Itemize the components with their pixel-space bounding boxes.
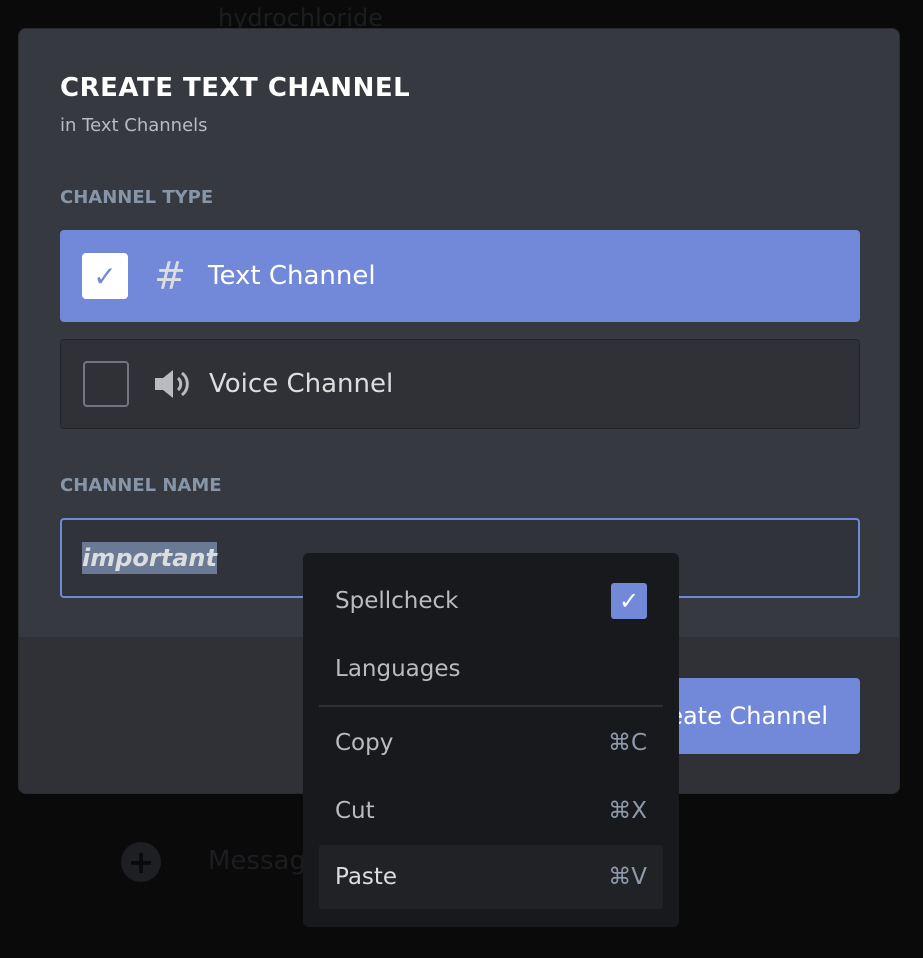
menu-item-label: Cut: [335, 798, 375, 824]
menu-item-label: Copy: [335, 730, 394, 756]
menu-item-languages[interactable]: Languages: [319, 635, 663, 703]
selected-text: important: [82, 542, 217, 574]
menu-divider: [319, 705, 663, 707]
modal-title: CREATE TEXT CHANNEL: [60, 73, 411, 103]
voice-channel-option[interactable]: Voice Channel: [60, 339, 860, 429]
menu-item-cut[interactable]: Cut ⌘X: [319, 777, 663, 845]
add-attachment-icon: +: [121, 842, 161, 882]
menu-item-shortcut: ⌘V: [608, 864, 647, 890]
text-channel-option[interactable]: ✓ # Text Channel: [60, 230, 860, 322]
menu-item-spellcheck[interactable]: Spellcheck ✓: [319, 567, 663, 635]
menu-item-shortcut: ⌘X: [608, 798, 647, 824]
channel-name-label: CHANNEL NAME: [60, 475, 222, 496]
menu-item-shortcut: ⌘C: [607, 730, 647, 756]
menu-item-label: Languages: [335, 656, 461, 682]
menu-item-paste[interactable]: Paste ⌘V: [319, 845, 663, 909]
checkbox-unchecked-icon[interactable]: [83, 361, 129, 407]
channel-type-label: CHANNEL TYPE: [60, 187, 214, 208]
context-menu: Spellcheck ✓ Languages Copy ⌘C Cut ⌘X Pa…: [303, 553, 679, 927]
checkbox-checked-icon[interactable]: ✓: [82, 253, 128, 299]
option-label: Text Channel: [208, 261, 376, 291]
menu-item-copy[interactable]: Copy ⌘C: [319, 709, 663, 777]
checkbox-checked-icon: ✓: [611, 583, 647, 619]
menu-item-label: Spellcheck: [335, 588, 459, 614]
speaker-icon: [151, 364, 191, 404]
modal-subtitle: in Text Channels: [60, 115, 208, 136]
hash-icon: #: [154, 254, 186, 298]
menu-item-label: Paste: [335, 864, 398, 890]
option-label: Voice Channel: [209, 369, 394, 399]
